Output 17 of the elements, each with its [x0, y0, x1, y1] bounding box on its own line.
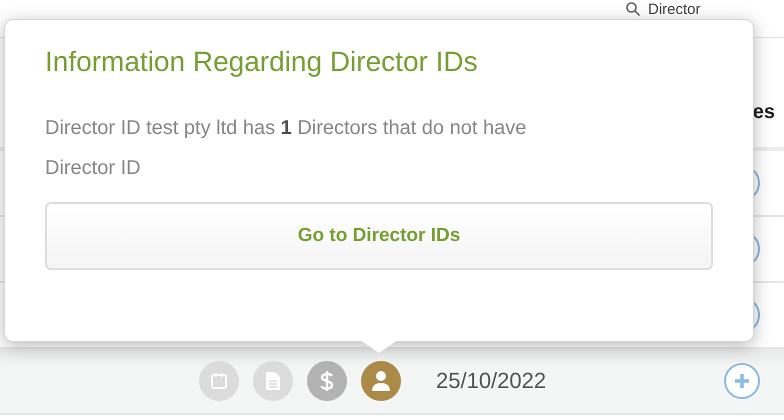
status-badge[interactable]: [199, 361, 239, 401]
search-text: Director: [648, 0, 701, 18]
popover-title: Information Regarding Director IDs: [45, 46, 479, 78]
calendar-icon: [210, 372, 228, 390]
document-icon: [265, 371, 281, 391]
add-button[interactable]: [724, 363, 760, 399]
date-text: 25/10/2022: [436, 368, 546, 394]
search-field[interactable]: Director: [600, 0, 784, 18]
column-header: es: [752, 101, 775, 124]
status-badge[interactable]: [361, 361, 401, 401]
dollar-icon: [320, 370, 334, 392]
search-icon: [626, 2, 640, 16]
person-icon: [370, 370, 392, 392]
status-badge[interactable]: [307, 361, 347, 401]
plus-icon: [734, 373, 750, 389]
popover-message: Director ID test pty ltd has 1 Directors that do not have Director ID: [45, 116, 528, 181]
status-badge[interactable]: [253, 361, 293, 401]
